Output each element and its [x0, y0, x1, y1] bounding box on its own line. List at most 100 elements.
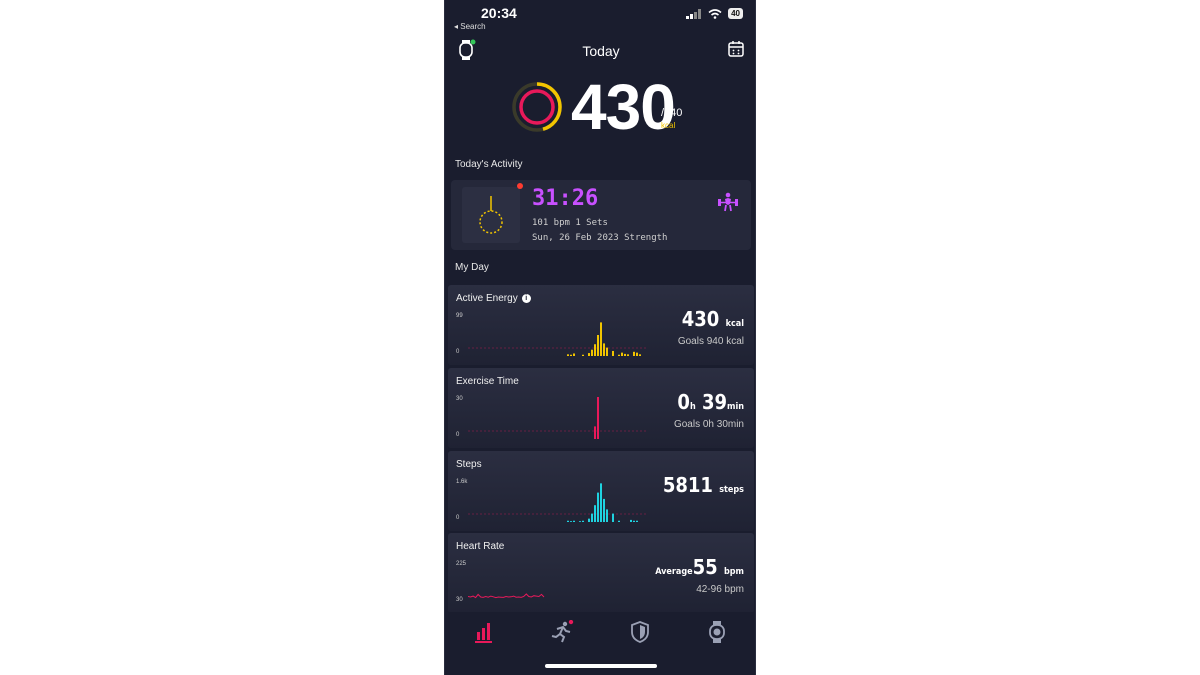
steps-card[interactable]: Steps 1.6k 0 5811 steps	[448, 451, 754, 531]
exercise-time-card[interactable]: Exercise Time 30 0 0h 39min Goals 0h 30m…	[448, 368, 754, 448]
chart-bar	[636, 352, 638, 356]
chart-bar	[618, 520, 620, 522]
chart-bar	[606, 509, 608, 522]
heart-rate-line	[468, 593, 545, 599]
activity-thumbnail	[462, 187, 520, 243]
chart-bar	[603, 498, 605, 522]
watch-tab-icon[interactable]	[705, 620, 729, 644]
status-time: 20:34	[481, 5, 517, 21]
exercise-hours: 0	[677, 390, 690, 414]
home-indicator	[545, 664, 657, 668]
chart-bar	[582, 354, 584, 356]
section-todays-activity: Today's Activity	[455, 159, 523, 170]
heart-rate-range: 42-96 bpm	[696, 584, 744, 595]
activity-date: Sun, 26 Feb 2023 Strength	[532, 233, 668, 243]
shield-icon[interactable]	[628, 620, 652, 644]
exercise-minutes: 39	[701, 390, 728, 414]
steps-chart	[468, 483, 648, 522]
signal-icon	[686, 8, 702, 19]
exercise-time-value: 0h 39min	[677, 390, 744, 414]
chart-bar	[639, 354, 641, 356]
chart-bar	[636, 520, 638, 522]
exercise-time-goal: Goals 0h 30min	[673, 419, 744, 430]
chart-bar	[597, 335, 599, 356]
chart-bar	[621, 352, 623, 356]
chart-bar	[591, 349, 593, 356]
average-label: Average	[655, 567, 693, 577]
chart-bar	[570, 521, 572, 522]
bar-chart-icon[interactable]	[472, 620, 496, 644]
info-icon[interactable]: i	[521, 293, 531, 303]
exercise-time-chart	[468, 397, 648, 439]
chart-bar	[570, 354, 572, 356]
chart-bar	[600, 322, 602, 356]
heart-rate-card[interactable]: Heart Rate 225 30 Average55 bpm 42-96 bp…	[448, 533, 754, 613]
steps-title: Steps	[456, 459, 482, 470]
active-energy-card[interactable]: Active Energy i 99 0 430 kcal Goals 940 k…	[448, 285, 754, 365]
activity-duration: 31:26	[532, 186, 599, 211]
chart-bar	[594, 426, 596, 439]
chart-bar	[612, 350, 614, 356]
battery-indicator: 40	[728, 8, 743, 19]
energy-number: 430	[681, 307, 720, 331]
heart-rate-unit: bpm	[723, 567, 744, 577]
axis-min: 0	[456, 349, 460, 355]
chart-bar	[567, 354, 569, 356]
chart-bar	[597, 397, 599, 439]
chart-bar	[612, 513, 614, 522]
axis-max: 30	[456, 396, 463, 402]
heart-rate-chart	[468, 593, 545, 599]
chart-bar	[567, 520, 569, 522]
running-icon[interactable]	[550, 620, 574, 644]
chart-bar	[573, 520, 575, 522]
chart-bar	[600, 483, 602, 522]
steps-value: 5811 steps	[663, 473, 744, 497]
card-title: Active Energy i	[456, 293, 531, 304]
calories-unit: kcal	[661, 121, 676, 130]
calendar-icon[interactable]	[727, 40, 745, 58]
chart-bar	[588, 353, 590, 356]
chart-bar	[597, 492, 599, 522]
recording-dot	[517, 183, 523, 189]
activity-rings[interactable]	[511, 81, 563, 133]
axis-min: 0	[456, 515, 460, 521]
heart-rate-value: Average55 bpm	[655, 555, 744, 579]
axis-min: 0	[456, 432, 460, 438]
activity-card[interactable]: 31:26 101 bpm 1 Sets Sun, 26 Feb 2023 St…	[451, 180, 751, 250]
chart-bar	[591, 513, 593, 522]
chart-bar	[624, 353, 626, 356]
chart-bar	[594, 505, 596, 522]
phone-screen: 20:34 ◂ Search 40 Today 430 /940 kcal To…	[444, 0, 756, 675]
chart-bar	[633, 351, 635, 356]
calories-goal: /940	[661, 107, 683, 119]
heart-rate-number: 55	[692, 555, 718, 579]
axis-max: 99	[456, 313, 463, 319]
axis-max: 225	[456, 561, 467, 567]
page-title: Today	[582, 43, 620, 59]
wifi-icon	[708, 8, 722, 19]
activity-meta: 101 bpm 1 Sets	[532, 218, 608, 228]
section-my-day: My Day	[455, 262, 489, 273]
chart-bar	[582, 520, 584, 522]
calories-value: 430	[571, 71, 676, 143]
active-energy-chart	[468, 322, 648, 356]
chart-bar	[588, 518, 590, 522]
chart-bar	[594, 344, 596, 356]
active-energy-title: Active Energy	[456, 293, 518, 304]
steps-unit: steps	[719, 485, 744, 495]
active-energy-goal: Goals 940 kcal	[677, 336, 744, 347]
chart-bar	[606, 347, 608, 356]
chart-bar	[579, 521, 581, 522]
status-icons: 40	[686, 8, 743, 19]
chart-bar	[573, 353, 575, 356]
axis-max: 1.6k	[456, 479, 468, 485]
energy-unit: kcal	[725, 319, 744, 329]
chart-bar	[630, 519, 632, 522]
active-energy-value: 430 kcal	[682, 307, 744, 331]
strength-icon	[718, 192, 738, 212]
steps-number: 5811	[662, 473, 713, 497]
exercise-time-title: Exercise Time	[456, 376, 519, 387]
chart-bar	[603, 343, 605, 356]
back-to-search-link[interactable]: ◂ Search	[454, 22, 486, 31]
chart-bar	[618, 354, 620, 356]
